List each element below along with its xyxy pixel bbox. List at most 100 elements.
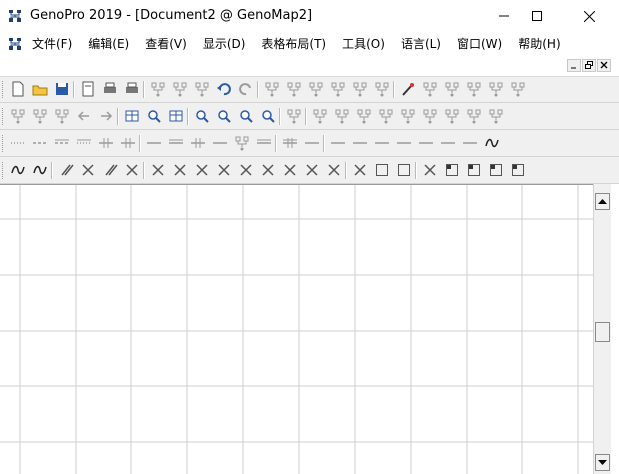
link-2-button[interactable] — [31, 107, 50, 126]
dashed-line-button[interactable] — [31, 134, 50, 153]
grid-button[interactable] — [439, 134, 458, 153]
menu-edit[interactable]: 编辑(E) — [88, 36, 129, 52]
toolbar-grip[interactable] — [2, 108, 6, 125]
undo-button[interactable] — [215, 80, 234, 99]
new-item-button[interactable] — [263, 80, 282, 99]
empty-box-3-button[interactable] — [395, 161, 414, 180]
corner-box-4-button[interactable] — [487, 161, 506, 180]
menu-table-layout[interactable]: 表格布局(T) — [261, 36, 326, 52]
family-tree-1-button[interactable] — [307, 80, 326, 99]
corner-box-3-button[interactable] — [465, 161, 484, 180]
empty-box-2-button[interactable] — [373, 161, 392, 180]
zigzag-button[interactable] — [395, 134, 414, 153]
split-2-box-button[interactable] — [303, 161, 322, 180]
quarter-box-button[interactable] — [215, 161, 234, 180]
half-top-box-button[interactable] — [193, 161, 212, 180]
zoom-in-button[interactable] — [193, 107, 212, 126]
mdi-close-button[interactable] — [597, 59, 611, 72]
relation-5-button[interactable] — [509, 80, 528, 99]
relation-4-button[interactable] — [487, 80, 506, 99]
half-bottom-box-button[interactable] — [171, 161, 190, 180]
arrow-right-button[interactable] — [97, 107, 116, 126]
tree-d-button[interactable] — [377, 107, 396, 126]
cut-button[interactable] — [149, 80, 168, 99]
relation-3-button[interactable] — [465, 80, 484, 99]
double-x-button[interactable] — [123, 161, 142, 180]
empty-box-button[interactable] — [351, 161, 370, 180]
grid-2-button[interactable] — [461, 134, 480, 153]
hatch-2-button[interactable] — [373, 134, 392, 153]
tree-g-button[interactable] — [443, 107, 462, 126]
link-button[interactable] — [9, 107, 28, 126]
split-3-box-button[interactable] — [325, 161, 344, 180]
properties-button[interactable] — [285, 80, 304, 99]
tree-f-button[interactable] — [421, 107, 440, 126]
corner-box-button[interactable] — [421, 161, 440, 180]
triple-line-button[interactable] — [255, 134, 274, 153]
tree-c-button[interactable] — [355, 107, 374, 126]
tree-b-button[interactable] — [333, 107, 352, 126]
triple-hash-button[interactable] — [281, 134, 300, 153]
curve-button[interactable] — [303, 134, 322, 153]
menu-language[interactable]: 语言(L) — [401, 36, 441, 52]
double-wave-button[interactable] — [31, 161, 50, 180]
circle-2-button[interactable] — [233, 134, 252, 153]
find-button[interactable] — [145, 107, 164, 126]
scroll-down-button[interactable] — [595, 454, 610, 471]
open-folder-button[interactable] — [31, 80, 50, 99]
dotted-line-button[interactable] — [9, 134, 28, 153]
curve-2-button[interactable] — [329, 134, 348, 153]
close-button[interactable] — [566, 0, 612, 32]
mdi-minimize-button[interactable] — [567, 59, 581, 72]
maximize-button[interactable] — [514, 0, 560, 32]
double-line-button[interactable] — [167, 134, 186, 153]
link-3-button[interactable] — [53, 107, 72, 126]
copy-button[interactable] — [171, 80, 190, 99]
toolbar-grip[interactable] — [2, 162, 6, 179]
print-preview-button[interactable] — [101, 80, 120, 99]
half-right-box-button[interactable] — [259, 161, 278, 180]
relation-1-button[interactable] — [421, 80, 440, 99]
menu-display[interactable]: 显示(D) — [203, 36, 246, 52]
menu-file[interactable]: 文件(F) — [32, 36, 72, 52]
split-box-button[interactable] — [281, 161, 300, 180]
arrow-left-button[interactable] — [75, 107, 94, 126]
zoom-box-button[interactable] — [237, 107, 256, 126]
rotate-button[interactable] — [285, 107, 304, 126]
slash-button[interactable] — [57, 161, 76, 180]
zoom-out-button[interactable] — [215, 107, 234, 126]
new-document-button[interactable] — [9, 80, 28, 99]
single-line-button[interactable] — [145, 134, 164, 153]
save-button[interactable] — [53, 80, 72, 99]
tree-a-button[interactable] — [311, 107, 330, 126]
toolbar-grip[interactable] — [2, 135, 6, 152]
double-slash-button[interactable] — [101, 161, 120, 180]
hash-line-button[interactable] — [189, 134, 208, 153]
half-left-box-button[interactable] — [149, 161, 168, 180]
corner-box-2-button[interactable] — [443, 161, 462, 180]
double-dot-button[interactable] — [75, 134, 94, 153]
double-dash-button[interactable] — [53, 134, 72, 153]
wave-arrow-button[interactable] — [483, 134, 502, 153]
scroll-thumb[interactable] — [595, 322, 610, 342]
family-tree-4-button[interactable] — [373, 80, 392, 99]
menu-window[interactable]: 窗口(W) — [457, 36, 502, 52]
menu-tools[interactable]: 工具(O) — [342, 36, 385, 52]
family-tree-3-button[interactable] — [351, 80, 370, 99]
redo-button[interactable] — [237, 80, 256, 99]
quarter-2-box-button[interactable] — [237, 161, 256, 180]
document-tree-icon[interactable] — [8, 37, 22, 51]
tree-h-button[interactable] — [465, 107, 484, 126]
magic-wand-button[interactable] — [399, 80, 418, 99]
wave-button[interactable] — [9, 161, 28, 180]
scroll-up-button[interactable] — [595, 193, 610, 210]
tree-i-button[interactable] — [487, 107, 506, 126]
table-button[interactable] — [123, 107, 142, 126]
paste-button[interactable] — [193, 80, 212, 99]
hatch-button[interactable] — [351, 134, 370, 153]
x-button[interactable] — [79, 161, 98, 180]
cross-line-button[interactable] — [97, 134, 116, 153]
menu-view[interactable]: 查看(V) — [145, 36, 187, 52]
family-tree-2-button[interactable] — [329, 80, 348, 99]
page-setup-button[interactable] — [79, 80, 98, 99]
